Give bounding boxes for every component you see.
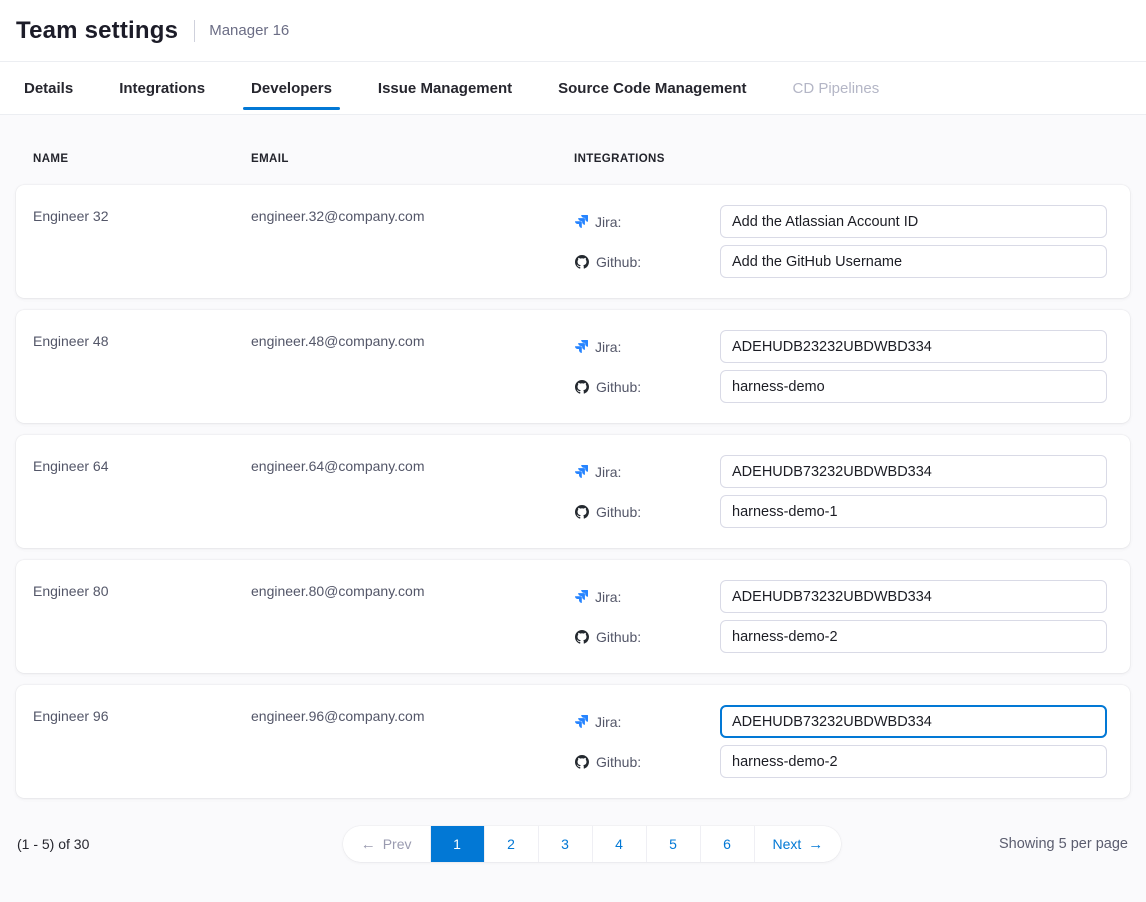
tab-issue-management[interactable]: Issue Management [378, 62, 512, 114]
column-header-integrations: INTEGRATIONS [574, 153, 1130, 165]
jira-icon [575, 465, 588, 478]
github-label: Github: [596, 379, 641, 395]
jira-label: Jira: [595, 214, 621, 230]
jira-account-input[interactable] [720, 580, 1107, 613]
developer-name: Engineer 64 [33, 455, 251, 528]
jira-account-input[interactable] [720, 330, 1107, 363]
github-username-input[interactable] [720, 245, 1107, 278]
github-label: Github: [596, 254, 641, 270]
developer-email: engineer.32@company.com [251, 205, 574, 278]
arrow-right-icon: → [808, 837, 823, 852]
table-row: Engineer 48 engineer.48@company.com Jira… [16, 310, 1130, 423]
next-page-button[interactable]: Next → [755, 826, 842, 862]
github-icon [575, 755, 589, 769]
page-subtitle: Manager 16 [209, 22, 289, 39]
page-button-1[interactable]: 1 [431, 826, 485, 862]
pagination-bar: (1 - 5) of 30 ← Prev 1 2 3 4 5 6 Next → … [16, 826, 1130, 862]
prev-label: Prev [383, 836, 412, 852]
tab-integrations[interactable]: Integrations [119, 62, 205, 114]
github-label: Github: [596, 504, 641, 520]
per-page-text: Showing 5 per page [999, 836, 1130, 852]
next-label: Next [773, 836, 802, 852]
developer-name: Engineer 32 [33, 205, 251, 278]
tab-cd-pipelines: CD Pipelines [793, 62, 880, 114]
page-button-2[interactable]: 2 [485, 826, 539, 862]
jira-icon [575, 340, 588, 353]
page-title: Team settings [16, 17, 178, 45]
table-row: Engineer 96 engineer.96@company.com Jira… [16, 685, 1130, 798]
table-row: Engineer 80 engineer.80@company.com Jira… [16, 560, 1130, 673]
developer-email: engineer.96@company.com [251, 705, 574, 778]
jira-label: Jira: [595, 589, 621, 605]
github-username-input[interactable] [720, 745, 1107, 778]
jira-account-input[interactable] [720, 205, 1107, 238]
tab-bar: Details Integrations Developers Issue Ma… [0, 62, 1146, 115]
pagination: ← Prev 1 2 3 4 5 6 Next → [343, 826, 842, 862]
github-username-input[interactable] [720, 495, 1107, 528]
tab-details[interactable]: Details [24, 62, 73, 114]
jira-account-input[interactable] [720, 455, 1107, 488]
tab-developers[interactable]: Developers [251, 62, 332, 114]
jira-account-input-focused[interactable] [720, 705, 1107, 738]
developer-name: Engineer 48 [33, 330, 251, 403]
github-label: Github: [596, 754, 641, 770]
developer-name: Engineer 96 [33, 705, 251, 778]
github-label: Github: [596, 629, 641, 645]
pagination-range: (1 - 5) of 30 [16, 836, 305, 852]
column-header-name: NAME [33, 153, 251, 165]
table-header: NAME EMAIL INTEGRATIONS [16, 153, 1130, 165]
page-button-4[interactable]: 4 [593, 826, 647, 862]
jira-label: Jira: [595, 714, 621, 730]
tab-source-code-management[interactable]: Source Code Management [558, 62, 746, 114]
developer-email: engineer.48@company.com [251, 330, 574, 403]
developer-name: Engineer 80 [33, 580, 251, 653]
arrow-left-icon: ← [361, 837, 376, 852]
page-button-5[interactable]: 5 [647, 826, 701, 862]
page-header: Team settings Manager 16 [0, 0, 1146, 62]
page-button-3[interactable]: 3 [539, 826, 593, 862]
jira-icon [575, 215, 588, 228]
title-divider [194, 20, 195, 42]
column-header-email: EMAIL [251, 153, 574, 165]
github-icon [575, 630, 589, 644]
github-icon [575, 380, 589, 394]
page-button-6[interactable]: 6 [701, 826, 755, 862]
github-username-input[interactable] [720, 370, 1107, 403]
table-row: Engineer 64 engineer.64@company.com Jira… [16, 435, 1130, 548]
github-username-input[interactable] [720, 620, 1107, 653]
github-icon [575, 505, 589, 519]
developer-email: engineer.80@company.com [251, 580, 574, 653]
table-row: Engineer 32 engineer.32@company.com Jira… [16, 185, 1130, 298]
jira-label: Jira: [595, 464, 621, 480]
developer-email: engineer.64@company.com [251, 455, 574, 528]
developers-panel: NAME EMAIL INTEGRATIONS Engineer 32 engi… [0, 115, 1146, 902]
github-icon [575, 255, 589, 269]
prev-page-button[interactable]: ← Prev [343, 826, 431, 862]
jira-icon [575, 715, 588, 728]
jira-icon [575, 590, 588, 603]
jira-label: Jira: [595, 339, 621, 355]
